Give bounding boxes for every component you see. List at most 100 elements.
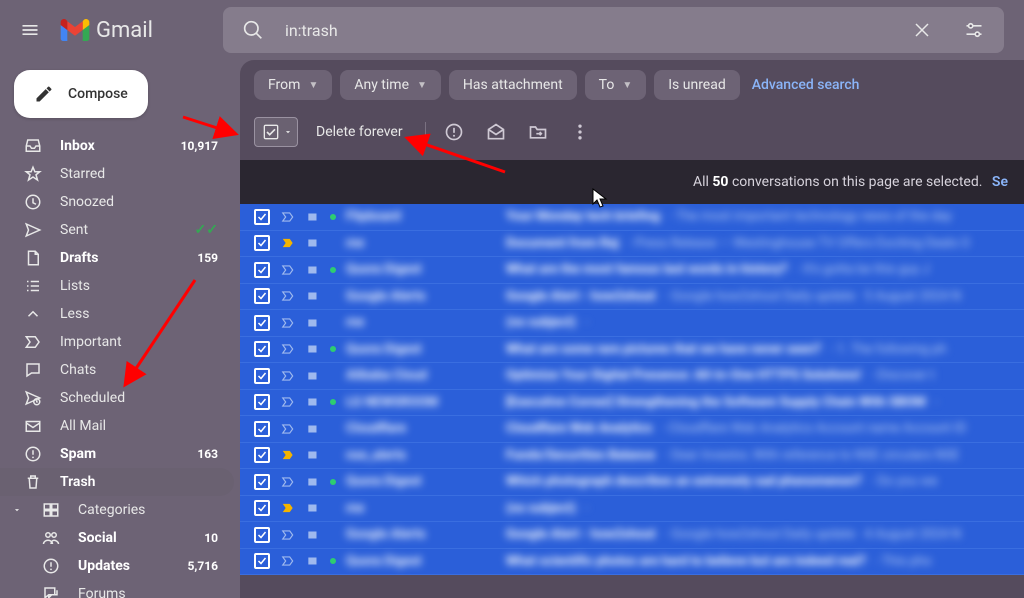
mail-row[interactable]: Quora DigestWhat scientific photos are h… [240, 549, 1024, 576]
filter-chip-from[interactable]: From▼ [254, 70, 332, 100]
sidebar-item-lists[interactable]: Lists [0, 272, 234, 300]
delete-forever-button[interactable]: Delete forever [304, 118, 415, 146]
category-dot-icon [330, 479, 336, 485]
mail-row[interactable]: me(no subject) - [240, 310, 1024, 337]
sidebar-item-trash[interactable]: Trash [0, 468, 234, 496]
scheduled-icon-wrap [24, 389, 42, 407]
mail-sender: Cloudflare [346, 421, 496, 436]
sidebar-item-social[interactable]: Social10 [0, 524, 234, 552]
mail-subject: Your Monday tech briefing - The most imp… [506, 209, 1010, 224]
importance-marker[interactable] [280, 501, 296, 515]
importance-marker[interactable] [280, 475, 296, 489]
importance-marker[interactable] [280, 263, 296, 277]
mail-row[interactable]: me(no subject) - [240, 496, 1024, 523]
category-dot-icon [330, 558, 336, 564]
mail-row[interactable]: Google AlertsGoogle Alert - how2shout - … [240, 284, 1024, 311]
row-checkbox[interactable] [254, 368, 270, 384]
sidebar-item-label: Drafts [60, 250, 179, 266]
sidebar-item-spam[interactable]: Spam163 [0, 440, 234, 468]
importance-marker[interactable] [280, 289, 296, 303]
importance-marker[interactable] [280, 342, 296, 356]
sidebar-item-chats[interactable]: Chats [0, 356, 234, 384]
row-checkbox[interactable] [254, 553, 270, 569]
filter-chip-any-time[interactable]: Any time▼ [340, 70, 441, 100]
row-checkbox[interactable] [254, 341, 270, 357]
select-all-checkbox[interactable] [254, 117, 298, 147]
move-to-button[interactable] [520, 114, 556, 150]
category-dot-icon [330, 399, 336, 405]
important-icon [24, 333, 42, 351]
row-checkbox[interactable] [254, 527, 270, 543]
action-toolbar: Delete forever [240, 110, 1024, 160]
more-actions-button[interactable] [562, 114, 598, 150]
importance-marker[interactable] [280, 236, 296, 250]
clear-search-button[interactable] [902, 10, 942, 50]
compose-button[interactable]: Compose [14, 70, 148, 118]
sidebar-item-updates[interactable]: Updates5,716 [0, 552, 234, 580]
label-icon [306, 528, 320, 542]
importance-marker[interactable] [280, 422, 296, 436]
content-pane: From▼ Any time▼ Has attachment To▼Is unread… [240, 60, 1024, 598]
importance-marker[interactable] [280, 554, 296, 568]
sidebar-item-starred[interactable]: Starred [0, 160, 234, 188]
mail-row[interactable]: nse_alertsFunds/Securities Balance - Dea… [240, 443, 1024, 470]
forums-icon [42, 585, 60, 598]
row-checkbox[interactable] [254, 209, 270, 225]
row-checkbox[interactable] [254, 394, 270, 410]
row-checkbox[interactable] [254, 421, 270, 437]
sidebar-item-important[interactable]: Important [0, 328, 234, 356]
mail-open-icon [486, 122, 506, 142]
chip-label: Has attachment [463, 77, 563, 93]
mail-row[interactable]: LG NEWSROOM[Executive Corner] Strengthen… [240, 390, 1024, 417]
importance-marker[interactable] [280, 528, 296, 542]
sidebar-item-drafts[interactable]: Drafts159 [0, 244, 234, 272]
filter-chip-to[interactable]: To▼ [585, 70, 647, 100]
importance-marker[interactable] [280, 369, 296, 383]
importance-marker[interactable] [280, 316, 296, 330]
mail-row[interactable]: Quora DigestWhat are the most famous las… [240, 257, 1024, 284]
gmail-logo[interactable]: Gmail [60, 18, 153, 43]
row-checkbox[interactable] [254, 447, 270, 463]
search-options-button[interactable] [954, 10, 994, 50]
advanced-search-link[interactable]: Advanced search [752, 77, 860, 93]
search-button[interactable] [233, 10, 273, 50]
mail-row[interactable]: Quora DigestWhat are some rare pictures … [240, 337, 1024, 364]
sidebar-item-label: Lists [60, 278, 218, 294]
filter-chip-has-attachment[interactable]: Has attachment [449, 70, 577, 100]
report-spam-button[interactable] [436, 114, 472, 150]
row-checkbox[interactable] [254, 474, 270, 490]
sidebar-item-categories[interactable]: Categories [0, 496, 234, 524]
mail-row[interactable]: Google AlertsGoogle Alert - how2shout - … [240, 522, 1024, 549]
row-checkbox[interactable] [254, 262, 270, 278]
filter-chip-is-unread[interactable]: Is unread [654, 70, 740, 100]
mail-row[interactable]: meDocument from Raj - Press Release — We… [240, 231, 1024, 258]
sidebar-item-sent[interactable]: Sent✓✓ [0, 216, 234, 244]
mark-read-button[interactable] [478, 114, 514, 150]
importance-marker[interactable] [280, 448, 296, 462]
sidebar-item-all-mail[interactable]: All Mail [0, 412, 234, 440]
row-checkbox[interactable] [254, 315, 270, 331]
file-icon-wrap [24, 249, 42, 267]
mail-row[interactable]: Alibaba CloudOptimize Your Digital Prese… [240, 363, 1024, 390]
row-checkbox[interactable] [254, 288, 270, 304]
row-checkbox[interactable] [254, 500, 270, 516]
sidebar-item-less[interactable]: Less [0, 300, 234, 328]
mail-row[interactable]: Quora DigestWhich photograph describes a… [240, 469, 1024, 496]
row-checkbox[interactable] [254, 235, 270, 251]
sidebar-item-inbox[interactable]: Inbox10,917 [0, 132, 234, 160]
mail-sender: Quora Digest [346, 554, 496, 569]
sidebar-item-label: Starred [60, 166, 218, 182]
search-input[interactable] [285, 21, 890, 40]
mail-row[interactable]: CloudflareCloudflare Web Analytics - Clo… [240, 416, 1024, 443]
sidebar-item-forums[interactable]: Forums [0, 580, 234, 598]
mail-sender: me [346, 236, 496, 251]
category-dot-icon [330, 214, 336, 220]
select-all-conversations-link[interactable]: Se [992, 174, 1008, 190]
sidebar-item-scheduled[interactable]: Scheduled [0, 384, 234, 412]
mail-row[interactable]: FlipboardYour Monday tech briefing - The… [240, 204, 1024, 231]
importance-marker[interactable] [280, 395, 296, 409]
sidebar-item-snoozed[interactable]: Snoozed [0, 188, 234, 216]
main-menu-button[interactable] [10, 10, 50, 50]
up-icon-wrap [24, 305, 42, 323]
importance-marker[interactable] [280, 210, 296, 224]
